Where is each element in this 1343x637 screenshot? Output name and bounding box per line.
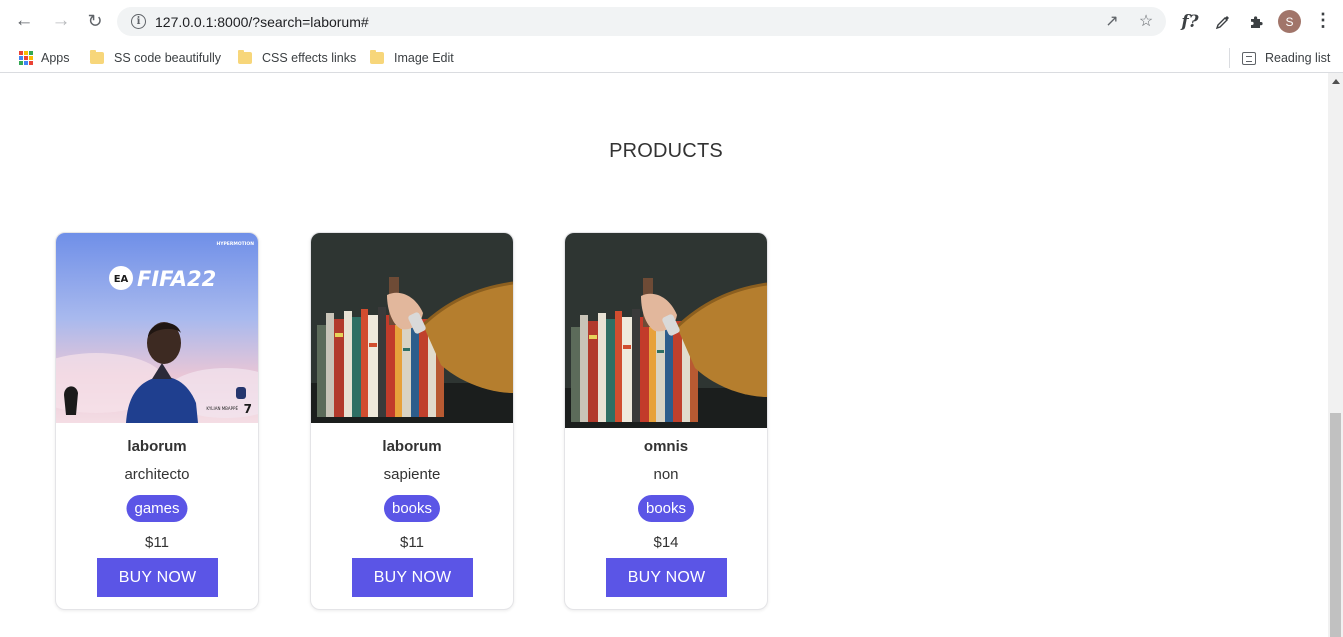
buy-now-button[interactable]: BUY NOW [606, 558, 727, 597]
product-description: non [653, 466, 679, 483]
buy-now-button[interactable]: BUY NOW [352, 558, 473, 597]
category-badge[interactable]: books [637, 495, 695, 522]
product-name: omnis [643, 438, 689, 455]
forward-arrow-icon[interactable]: → [48, 9, 74, 33]
bookmark-label: SS code beautifully [114, 51, 222, 65]
bookmark-label: Apps [41, 51, 70, 65]
scroll-up-arrow-icon[interactable] [1332, 79, 1340, 84]
puzzle-icon[interactable] [1244, 10, 1268, 34]
scrollbar-thumb[interactable] [1330, 413, 1341, 637]
eyedropper-icon[interactable] [1211, 10, 1235, 34]
publisher-text: HYPERMOTION [216, 241, 254, 247]
product-name: laborum [127, 438, 187, 455]
bookmarks-bar: Apps SS code beautifully CSS effects lin… [0, 42, 1343, 73]
reading-list-button[interactable]: Reading list [1242, 48, 1330, 68]
ea-logo-text: EA [114, 274, 129, 285]
extension-fq-icon[interactable]: f? [1178, 10, 1202, 34]
bookmark-apps[interactable]: Apps [19, 48, 70, 68]
product-card: omnis non books $14 BUY NOW [564, 232, 768, 610]
address-url[interactable]: 127.0.0.1:8000/?search=laborum# [155, 14, 369, 30]
site-info-icon[interactable]: i [131, 14, 146, 29]
category-badge[interactable]: games [126, 495, 188, 522]
reading-list-icon [1242, 51, 1256, 65]
reading-list-label: Reading list [1265, 51, 1331, 65]
bookmark-css-effects[interactable]: CSS effects links [238, 48, 356, 68]
product-card: EA FIFA22 HYPERMOTION KYLIAN MBAPPÉ 7 la… [55, 232, 259, 610]
share-icon[interactable]: ↗ [1102, 11, 1122, 31]
product-description: sapiente [383, 466, 441, 483]
page-viewport: PRODUCTS EA FIFA22 HYPERMOTION KYLIAN MB… [0, 73, 1328, 637]
reload-icon[interactable]: ↻ [82, 9, 108, 33]
fifa-logo-text: FIFA22 [137, 267, 216, 291]
buy-now-button[interactable]: BUY NOW [97, 558, 218, 597]
bookmark-star-icon[interactable]: ☆ [1136, 11, 1156, 31]
page-title: PRODUCTS [609, 140, 723, 162]
kebab-menu-icon[interactable]: ⋮ [1314, 10, 1332, 34]
profile-avatar[interactable]: S [1278, 10, 1301, 33]
folder-icon [238, 50, 252, 64]
page-scrollbar[interactable] [1328, 73, 1343, 637]
product-image-fifa22[interactable]: EA FIFA22 HYPERMOTION KYLIAN MBAPPÉ 7 [56, 233, 258, 423]
player-number-text: 7 [244, 402, 252, 416]
folder-icon [90, 50, 104, 64]
folder-icon [370, 50, 384, 64]
address-bar[interactable]: i 127.0.0.1:8000/?search=laborum# ↗ ☆ [117, 7, 1166, 36]
product-price: $11 [145, 534, 169, 551]
product-description: architecto [124, 466, 190, 483]
apps-grid-icon [19, 51, 33, 65]
bookmark-label: Image Edit [394, 51, 454, 65]
product-image-bookshelf[interactable] [565, 233, 767, 428]
bookmark-image-edit[interactable]: Image Edit [370, 48, 454, 68]
divider [1229, 48, 1230, 68]
back-arrow-icon[interactable]: ← [11, 9, 37, 33]
browser-toolbar: ← → ↻ i 127.0.0.1:8000/?search=laborum# … [0, 0, 1343, 42]
product-price: $11 [400, 534, 424, 551]
product-image-bookshelf[interactable] [311, 233, 513, 423]
player-name-text: KYLIAN MBAPPÉ [206, 406, 238, 411]
category-badge[interactable]: books [383, 495, 441, 522]
bookmark-ss-code[interactable]: SS code beautifully [90, 48, 221, 68]
bookmark-label: CSS effects links [262, 51, 357, 65]
product-price: $14 [653, 534, 679, 551]
product-card: laborum sapiente books $11 BUY NOW [310, 232, 514, 610]
product-name: laborum [382, 438, 442, 455]
